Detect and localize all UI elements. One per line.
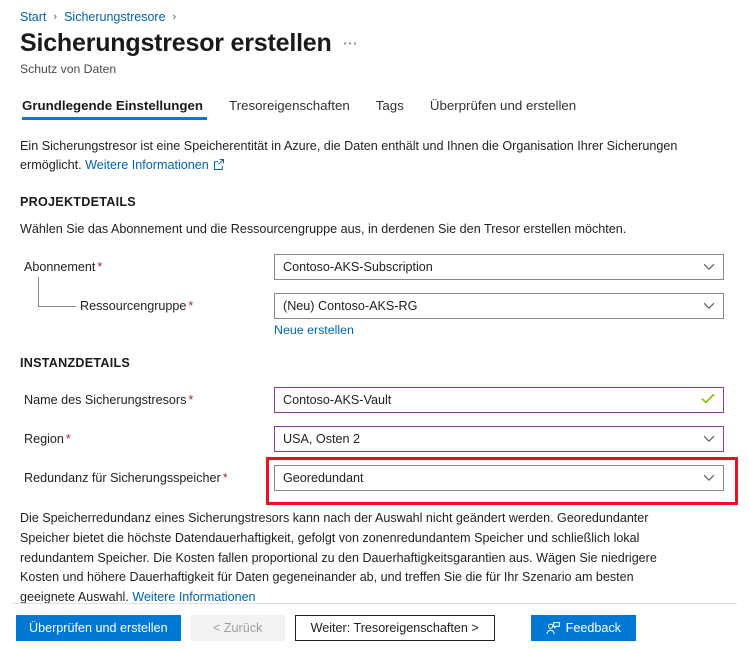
vault-name-field-wrap: Contoso-AKS-Vault [274, 387, 724, 414]
page-subtitle: Schutz von Daten [20, 61, 117, 76]
subscription-field-wrap: Contoso-AKS-Subscription [274, 254, 724, 281]
redundancy-field-wrap: Georedundant [266, 457, 738, 506]
breadcrumb-separator-icon-2: › [172, 10, 177, 23]
instance-details-heading: INSTANZDETAILS [20, 356, 131, 371]
region-required-marker: * [65, 432, 71, 447]
resource-group-required-marker: * [188, 299, 194, 314]
resource-group-label: Ressourcengruppe * [24, 299, 274, 313]
vault-name-row: Name des Sicherungstresors * Contoso-AKS-… [0, 387, 749, 414]
external-link-icon [213, 157, 224, 176]
subscription-dropdown[interactable]: Contoso-AKS-Subscription [274, 254, 724, 281]
subscription-label-text: Abonnement [24, 260, 96, 275]
resource-group-dropdown[interactable]: (Neu) Contoso-AKS-RG [274, 293, 724, 320]
resource-group-row: Ressourcengruppe * (Neu) Contoso-AKS-RG [0, 277, 749, 320]
subscription-required-marker: * [97, 260, 103, 275]
tab-review-create[interactable]: Überprüfen und erstellen [417, 98, 589, 120]
page-title: Sicherungstresor erstellen [20, 29, 332, 57]
region-row: Region * USA, Osten 2 [0, 426, 749, 453]
create-new-link[interactable]: Neue erstellen [274, 323, 354, 337]
project-details-heading: PROJEKTDETAILS [20, 195, 136, 210]
redundancy-required-marker: * [222, 471, 228, 486]
region-label: Region * [24, 432, 274, 446]
breadcrumb-item-home[interactable]: Start [20, 10, 46, 24]
feedback-person-icon [546, 621, 560, 635]
page-title-row: Sicherungstresor erstellen ⋯ [0, 24, 749, 58]
more-options-icon[interactable]: ⋯ [343, 34, 359, 52]
intro-learn-more-link[interactable]: Weitere Informationen [85, 158, 209, 172]
project-details-description: Wählen Sie das Abonnement und die Ressou… [20, 222, 627, 237]
review-create-button[interactable]: Überprüfen und erstellen [16, 615, 181, 641]
feedback-button[interactable]: Feedback [530, 615, 636, 641]
subscription-label: Abonnement * [24, 260, 274, 274]
next-vault-properties-button[interactable]: Weiter: Tresoreigenschaften > [294, 615, 495, 641]
resource-group-field-wrap: (Neu) Contoso-AKS-RG [274, 293, 724, 320]
region-dropdown[interactable]: USA, Osten 2 [274, 426, 724, 453]
tab-basics[interactable]: Grundlegende Einstellungen [20, 98, 216, 120]
footer-toolbar: Überprüfen und erstellen < Zurück Weiter… [0, 604, 749, 652]
breadcrumb-item-backup-vaults[interactable]: Sicherungstresore [64, 10, 165, 24]
resource-group-label-text: Ressourcengruppe [80, 299, 187, 314]
vault-name-label: Name des Sicherungstresors * [24, 393, 274, 407]
breadcrumb-separator-icon: › [53, 10, 58, 23]
subscription-row: Abonnement * Contoso-AKS-Subscription [0, 254, 749, 281]
breadcrumb: Start › Sicherungstresore › [0, 0, 749, 24]
intro-paragraph: Ein Sicherungstresor ist eine Speicheren… [0, 120, 720, 176]
redundancy-info-text: Die Speicherredundanz eines Sicherungstr… [20, 511, 657, 605]
tab-tags[interactable]: Tags [363, 98, 417, 120]
create-new-resource-group-row: Neue erstellen [0, 319, 749, 337]
redundancy-label-text: Redundanz für Sicherungsspeicher [24, 471, 221, 486]
vault-name-input[interactable]: Contoso-AKS-Vault [274, 387, 724, 414]
create-backup-vault-page: Start › Sicherungstresore › Sicherungstr… [0, 0, 749, 652]
back-button[interactable]: < Zurück [190, 615, 285, 641]
redundancy-row: Redundanz für Sicherungsspeicher * Geored… [0, 457, 749, 506]
redundancy-label: Redundanz für Sicherungsspeicher * [24, 471, 274, 485]
region-label-text: Region [24, 432, 64, 447]
redundancy-info-paragraph: Die Speicherredundanz eines Sicherungstr… [0, 491, 715, 608]
redundancy-dropdown[interactable]: Georedundant [274, 465, 724, 492]
tab-vault-properties[interactable]: Tresoreigenschaften [216, 98, 363, 120]
vault-name-label-text: Name des Sicherungstresors [24, 393, 187, 408]
vault-name-required-marker: * [188, 393, 194, 408]
feedback-button-label: Feedback [565, 621, 621, 635]
tab-bar: Grundlegende Einstellungen Tresoreigensc… [0, 76, 749, 120]
region-field-wrap: USA, Osten 2 [274, 426, 724, 453]
